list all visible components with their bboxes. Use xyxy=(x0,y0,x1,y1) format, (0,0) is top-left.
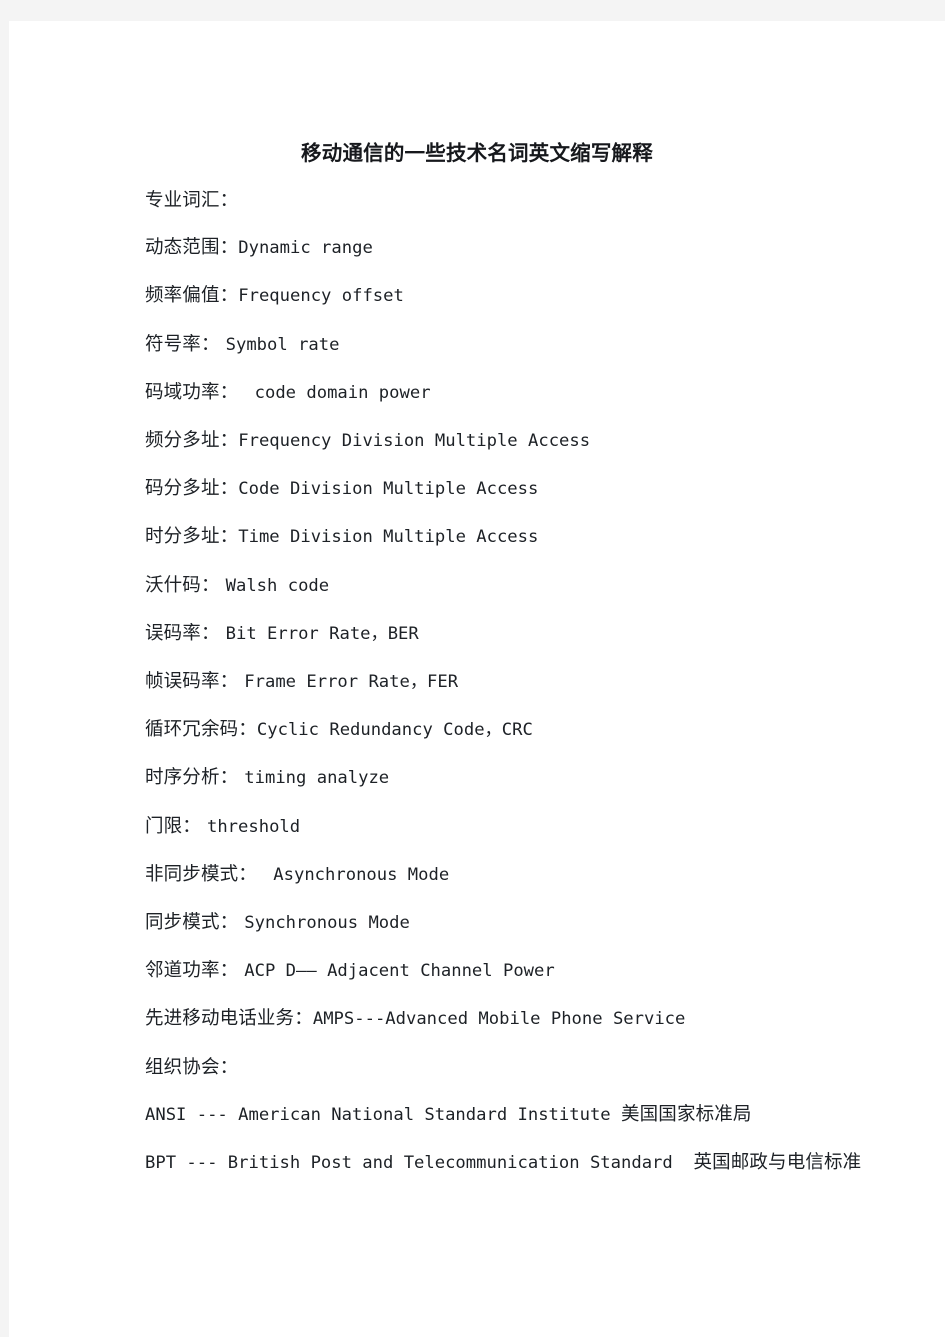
term-label-cn: 误码率： xyxy=(145,622,226,644)
term-value-en: Asynchronous Mode xyxy=(262,864,450,885)
term-line: 非同步模式： Asynchronous Mode xyxy=(145,851,935,899)
term-value-en: Frequency Division Multiple Access xyxy=(238,431,591,452)
term-line: 循环冗余码：Cyclic Redundancy Code，CRC xyxy=(145,706,935,754)
term-label-cn: 非同步模式： xyxy=(145,863,263,885)
term-line: 帧误码率： Frame Error Rate，FER xyxy=(145,658,935,706)
term-value-en: Frame Error Rate，FER xyxy=(244,672,459,693)
term-label-cn: 沃什码： xyxy=(145,574,226,596)
term-value-en: ANSI --- American National Standard Inst… xyxy=(145,1104,621,1125)
term-label-cn: 频分多址： xyxy=(145,430,239,452)
term-value-en: BPT --- British Post and Telecommunicati… xyxy=(145,1153,694,1174)
term-line: 时序分析： timing analyze xyxy=(145,754,935,802)
term-label-cn: 频率偏值： xyxy=(145,285,239,307)
term-line: 组织协会： xyxy=(145,1044,935,1091)
term-label-cn: 专业词汇： xyxy=(145,190,239,211)
term-line: 误码率： Bit Error Rate，BER xyxy=(145,610,935,658)
term-value-en: Synchronous Mode xyxy=(244,913,410,934)
term-gloss-cn: 英国邮政与电信标准 xyxy=(693,1152,862,1174)
terminology-list: 专业词汇： 动态范围：Dynamic range 频率偏值：Frequency of… xyxy=(145,177,935,1187)
term-value-en: Code Division Multiple Access xyxy=(238,479,539,500)
term-line: 门限： threshold xyxy=(145,803,935,851)
term-label-cn: 时序分析： xyxy=(145,767,245,789)
term-label-cn: 循环冗余码： xyxy=(145,719,257,741)
term-line: 符号率： Symbol rate xyxy=(145,321,935,369)
term-value-en: Symbol rate xyxy=(225,334,340,355)
term-line: 码分多址：Code Division Multiple Access xyxy=(145,465,935,513)
term-value-en: Dynamic range xyxy=(238,238,373,259)
term-line: 先进移动电话业务：AMPS---Advanced Mobile Phone Se… xyxy=(145,995,935,1043)
term-value-en: Cyclic Redundancy Code，CRC xyxy=(256,720,533,741)
term-line: 邻道功率： ACP D—— Adjacent Channel Power xyxy=(145,947,935,995)
term-line: 同步模式： Synchronous Mode xyxy=(145,899,935,947)
term-value-en: Time Division Multiple Access xyxy=(238,527,539,548)
term-line: 沃什码： Walsh code xyxy=(145,562,935,610)
term-line: 动态范围：Dynamic range xyxy=(145,224,935,272)
term-value-en: threshold xyxy=(206,816,301,837)
term-label-cn: 码分多址： xyxy=(145,478,239,500)
term-line: 频分多址：Frequency Division Multiple Access xyxy=(145,417,935,465)
term-value-en: Bit Error Rate，BER xyxy=(225,623,419,644)
term-line: 专业词汇： xyxy=(145,177,935,224)
term-line: BPT --- British Post and Telecommunicati… xyxy=(145,1139,935,1187)
term-label-cn: 先进移动电话业务： xyxy=(145,1008,313,1030)
term-label-cn: 邻道功率： xyxy=(145,960,245,982)
term-label-cn: 组织协会： xyxy=(145,1056,239,1078)
term-value-en: timing analyze xyxy=(244,768,390,789)
term-label-cn: 动态范围： xyxy=(145,237,239,259)
term-label-cn: 时分多址： xyxy=(145,526,239,548)
term-value-en: Frequency offset xyxy=(238,286,404,307)
term-label-cn: 码域功率： xyxy=(145,381,245,403)
page-title: 移动通信的一些技术名词英文缩写解释 xyxy=(301,141,653,165)
term-gloss-cn: 美国国家标准局 xyxy=(621,1103,752,1125)
term-line: ANSI --- American National Standard Inst… xyxy=(145,1091,935,1139)
term-value-en: code domain power xyxy=(244,382,431,403)
document-page: 移动通信的一些技术名词英文缩写解释 专业词汇： 动态范围：Dynamic rang… xyxy=(9,21,945,1337)
term-value-en: ACP D—— Adjacent Channel Power xyxy=(244,961,555,982)
term-line: 时分多址：Time Division Multiple Access xyxy=(145,513,935,561)
term-label-cn: 同步模式： xyxy=(145,912,245,934)
term-label-cn: 门限： xyxy=(145,815,207,837)
term-label-cn: 符号率： xyxy=(145,333,226,355)
term-line: 码域功率： code domain power xyxy=(145,369,935,417)
term-value-en: Walsh code xyxy=(225,575,330,596)
term-line: 频率偏值：Frequency offset xyxy=(145,272,935,320)
term-label-cn: 帧误码率： xyxy=(145,671,245,693)
term-value-en: AMPS---Advanced Mobile Phone Service xyxy=(312,1009,686,1030)
